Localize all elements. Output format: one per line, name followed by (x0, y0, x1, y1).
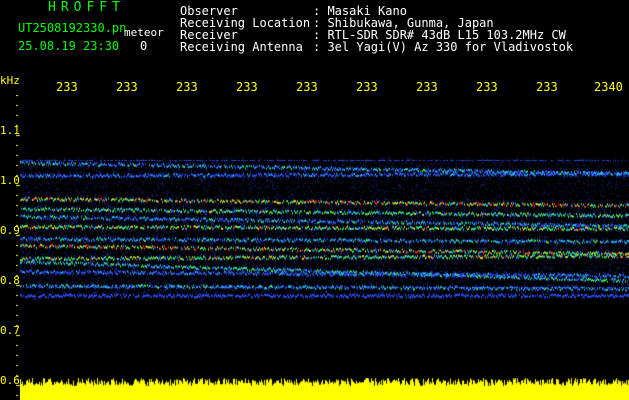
antenna-label: Receiving Antenna (180, 40, 303, 54)
signal-level-bar (20, 378, 629, 400)
freq-unit-label: kHz (0, 74, 20, 87)
time-tick: 233 (56, 80, 78, 94)
time-tick: 233 (416, 80, 438, 94)
time-tick: 233 (116, 80, 138, 94)
time-tick: 233 (476, 80, 498, 94)
date-time: 25.08.19 23:30 (18, 39, 120, 53)
time-tick: 2340 (594, 80, 623, 94)
spectrogram (20, 95, 629, 378)
time-tick: 233 (356, 80, 378, 94)
antenna-value: : 3el Yagi(V) Az 330 for Vladivostok (313, 40, 574, 54)
file-name: UT2508192330.pn (18, 21, 127, 35)
time-tick: 233 (176, 80, 198, 94)
time-tick: 233 (236, 80, 258, 94)
zero-marker: 0 (140, 39, 148, 53)
brand-title: HROFFT (48, 0, 125, 15)
time-tick: 233 (296, 80, 318, 94)
mode-tag: meteor (124, 26, 164, 39)
time-tick: 233 (536, 80, 558, 94)
